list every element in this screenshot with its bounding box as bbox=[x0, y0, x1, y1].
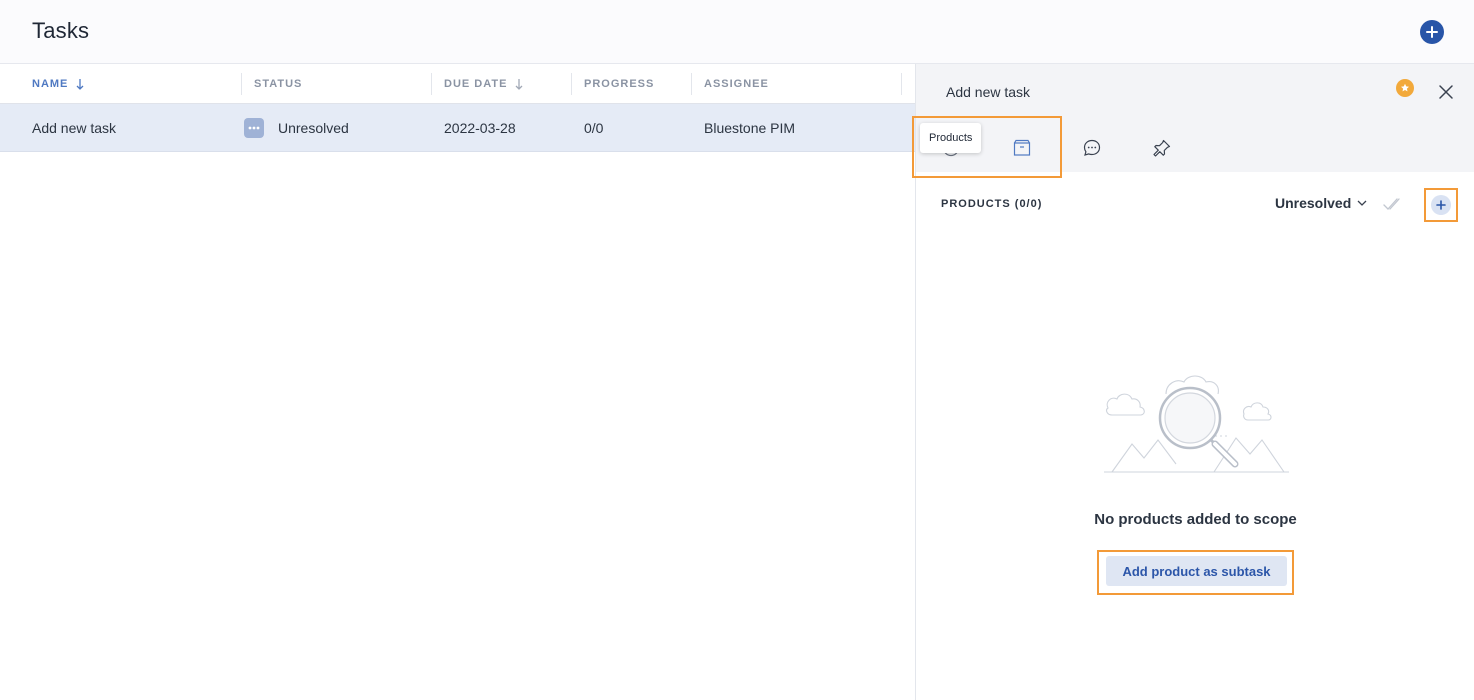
add-product-button[interactable] bbox=[1431, 195, 1451, 215]
empty-state-message: No products added to scope bbox=[1094, 511, 1297, 528]
products-tooltip: Products bbox=[920, 123, 982, 153]
star-icon[interactable] bbox=[1396, 79, 1414, 97]
page-header: Tasks bbox=[0, 0, 1474, 64]
column-resize-handle[interactable] bbox=[691, 73, 692, 95]
status-filter-dropdown[interactable]: Unresolved bbox=[1275, 195, 1367, 211]
task-due-date-cell: 2022-03-28 bbox=[444, 120, 516, 136]
tasks-table: NAME STATUS DUE DATE PROGRESS ASSIGNEE A… bbox=[0, 64, 915, 152]
task-assignee-cell[interactable]: Bluestone PIM bbox=[704, 104, 795, 152]
add-product-as-subtask-button[interactable]: Add product as subtask bbox=[1106, 556, 1287, 586]
plus-icon bbox=[1426, 26, 1438, 38]
products-section-title: PRODUCTS (0/0) bbox=[941, 198, 1043, 210]
status-label: Unresolved bbox=[278, 120, 349, 136]
page-title: Tasks bbox=[32, 18, 90, 43]
column-header-label: ASSIGNEE bbox=[704, 78, 769, 90]
close-icon bbox=[1439, 85, 1453, 99]
panel-header: Add new task Products bbox=[912, 64, 1474, 178]
app: Tasks NAME STATUS DUE DATE PROGRESS ASSI… bbox=[0, 0, 1474, 700]
task-name-cell[interactable]: Add new task bbox=[32, 104, 116, 152]
table-header: NAME STATUS DUE DATE PROGRESS ASSIGNEE bbox=[0, 64, 915, 104]
sort-down-icon bbox=[515, 78, 523, 90]
tab-pinned[interactable] bbox=[1144, 130, 1180, 166]
column-resize-handle[interactable] bbox=[431, 73, 432, 95]
chevron-down-icon bbox=[1357, 200, 1367, 206]
pin-icon bbox=[1153, 139, 1171, 157]
column-header-progress[interactable]: PROGRESS bbox=[584, 64, 654, 104]
column-resize-handle[interactable] bbox=[241, 73, 242, 95]
comment-icon bbox=[1083, 139, 1101, 156]
column-header-assignee[interactable]: ASSIGNEE bbox=[704, 64, 769, 104]
double-check-icon[interactable] bbox=[1382, 194, 1402, 214]
empty-state-search-illustration bbox=[1104, 364, 1289, 482]
panel-title: Add new task bbox=[946, 84, 1031, 100]
column-header-status[interactable]: STATUS bbox=[254, 64, 302, 104]
status-filter-value: Unresolved bbox=[1275, 195, 1352, 211]
column-header-due-date[interactable]: DUE DATE bbox=[444, 64, 523, 104]
task-detail-panel: Add new task Products PRODUCTS (0/0) Unr… bbox=[912, 64, 1474, 700]
task-progress-cell: 0/0 bbox=[584, 120, 604, 136]
column-header-name[interactable]: NAME bbox=[32, 64, 84, 104]
task-status-cell[interactable]: Unresolved bbox=[244, 104, 349, 152]
add-task-button[interactable] bbox=[1420, 20, 1444, 44]
column-resize-handle[interactable] bbox=[901, 73, 902, 95]
close-panel-button[interactable] bbox=[1436, 82, 1456, 102]
column-header-label: DUE DATE bbox=[444, 78, 508, 90]
plus-icon bbox=[1436, 200, 1446, 210]
status-unresolved-icon bbox=[244, 118, 264, 138]
column-header-label: STATUS bbox=[254, 78, 303, 90]
table-row[interactable]: Add new task Unresolved 2022-03-28 0/0 B… bbox=[0, 104, 915, 152]
column-resize-handle[interactable] bbox=[571, 73, 572, 95]
tab-comments[interactable] bbox=[1074, 130, 1110, 166]
column-header-label: PROGRESS bbox=[584, 78, 655, 90]
column-header-label: NAME bbox=[32, 78, 69, 90]
sort-down-icon bbox=[76, 78, 84, 90]
